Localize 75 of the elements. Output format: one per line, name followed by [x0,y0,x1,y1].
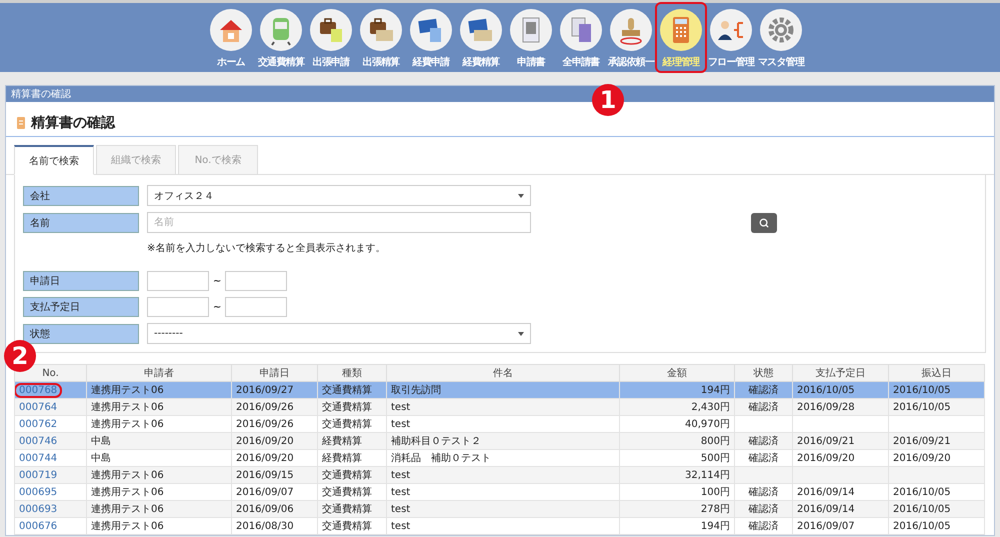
column-header: 状態 [734,364,792,382]
search-icon [758,218,768,228]
column-header: 金額 [620,364,734,382]
card-money-icon [460,9,502,51]
table-cell: 2016/08/30 [232,518,318,534]
nav-item[interactable]: 申請書 [506,3,556,72]
hint-text: ※名前を入力しないで検索すると全員表示されます。 [146,242,386,255]
column-header: 支払予定日 [792,364,888,382]
date-field[interactable] [225,297,288,317]
tab[interactable]: 名前で検索 [14,145,94,175]
document-icon [16,117,26,129]
date-field[interactable] [147,297,209,317]
table-row[interactable]: 000695 連携用テスト06 2016/09/07 交通費精算 test 100円 確認済 2016/09/14 2016/10/05 [14,484,984,500]
home-icon [210,9,252,51]
sheet-icon [510,9,552,51]
train-icon [260,9,302,51]
field-label: 申請日 [23,271,139,291]
nav-item[interactable]: 全申請書 [556,3,606,72]
table-row[interactable]: 000744 中島 2016/09/20 経費精算 消耗品 補助０テスト 500円 確認済 2016/09/20 2016/09/20 [14,450,984,466]
stamp-icon [610,9,652,51]
bag-money-icon [360,9,402,51]
field-label: 会社 [23,186,139,206]
nav-item[interactable]: 経理管理 [656,3,706,72]
table-cell: 交通費精算 [318,518,386,534]
bag-doc-icon [310,9,352,51]
field-label: 名前 [23,212,139,232]
nav-item[interactable]: 承認依頼一 [606,3,656,72]
field-label: 支払予定日 [23,297,139,317]
column-header: 種類 [318,364,386,382]
tab[interactable]: 組織で検索 [96,145,176,175]
range-separator: ~ [213,276,222,286]
name-field[interactable]: 名前 [147,212,531,233]
column-header: 件名 [386,364,620,382]
card-doc-icon [410,9,452,51]
company-select[interactable]: オフィス２４ [147,185,531,206]
date-field[interactable] [225,271,288,291]
person-flow-icon [710,9,752,51]
column-header: 申請者 [86,364,232,382]
table-cell: 確認済 [734,518,792,534]
nav-item[interactable]: フロー管理 [706,3,756,72]
table-cell: test [386,518,620,534]
calculator-icon [660,9,702,51]
table-row[interactable]: 000719 連携用テスト06 2016/09/15 交通費精算 test 32,114円 [14,466,984,484]
nav-item[interactable]: 出張申請 [306,3,356,72]
page-title: 精算書の確認 [31,114,115,132]
nav-item[interactable]: ホーム [206,3,256,72]
column-header: 振込日 [888,364,984,382]
table-row[interactable]: 000676 連携用テスト06 2016/08/30 交通費精算 test 194円 確認済 2016/09/07 2016/10/05 [14,518,984,534]
settings-icon [760,9,802,51]
table-row[interactable]: 000693 連携用テスト06 2016/09/06 交通費精算 test 278円 確認済 2016/09/14 2016/10/05 [14,500,984,518]
table-cell: 連携用テスト06 [86,518,232,534]
column-header: 申請日 [232,364,318,382]
nav-item[interactable]: 経費精算 [456,3,506,72]
table-row[interactable]: 000746 中島 2016/09/20 経費精算 補助科目０テスト２ 800円 確認済 2016/09/21 2016/09/21 [14,432,984,450]
panel-header-title: 精算書の確認 [11,88,71,101]
column-header: No. [14,364,86,382]
table-cell: 194円 [620,518,734,534]
tab[interactable]: No.で検索 [178,145,258,175]
range-separator: ~ [213,302,222,312]
caret-icon [518,332,524,336]
nav-item[interactable]: 経費申請 [406,3,456,72]
table-row[interactable]: 000762 連携用テスト06 2016/09/26 交通費精算 test 40,970円 [14,416,984,432]
nav-item[interactable]: マスタ管理 [756,3,806,72]
table-row[interactable]: 000764 連携用テスト06 2016/09/26 交通費精算 test 2,430円 確認済 2016/09/28 2016/10/05 [14,398,984,416]
status-select[interactable]: -------- [147,323,531,344]
table-row[interactable]: 000768 連携用テスト06 2016/09/27 交通費精算 取引先訪問 194円 確認済 2016/10/05 2016/10/05 [14,382,984,398]
sheets-icon [560,9,602,51]
field-label: 状態 [23,324,139,344]
nav-item[interactable]: 出張精算 [356,3,406,72]
nav-item[interactable]: 交通費精算 [256,3,306,72]
table-cell: 2016/10/05 [888,518,984,534]
date-field[interactable] [147,271,209,291]
search-button[interactable] [750,212,776,232]
table-cell: 2016/09/07 [792,518,888,534]
caret-icon [518,194,524,198]
